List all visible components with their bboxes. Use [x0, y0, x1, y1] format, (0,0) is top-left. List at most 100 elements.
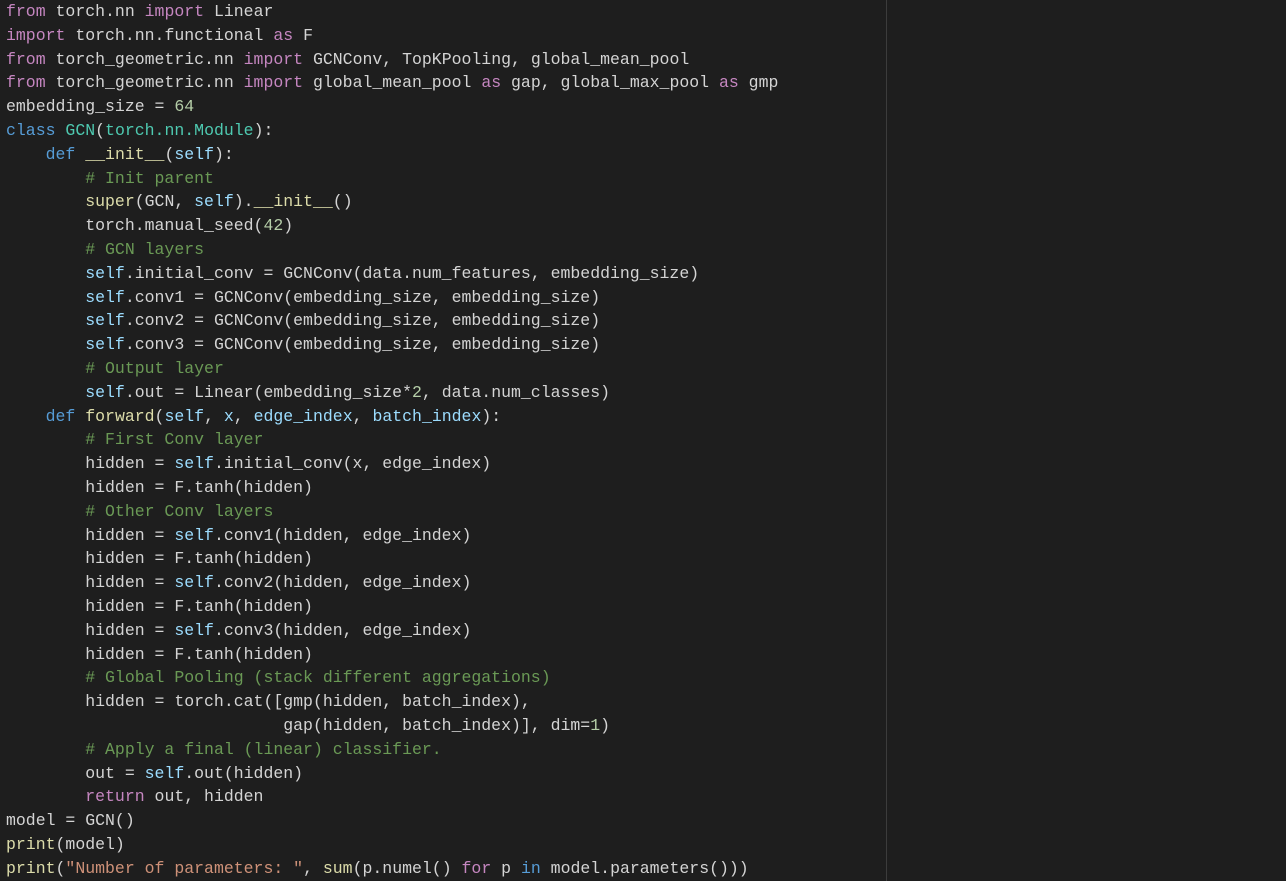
code-line[interactable]: self.conv1 = GCNConv(embedding_size, emb…: [6, 286, 778, 310]
code-token-class: torch.nn.Module: [105, 120, 254, 140]
code-token-default: p: [491, 858, 521, 878]
code-line[interactable]: hidden = F.tanh(hidden): [6, 595, 778, 619]
code-token-default: [6, 240, 85, 259]
code-line[interactable]: self.initial_conv = GCNConv(data.num_fea…: [6, 262, 778, 286]
code-line[interactable]: hidden = F.tanh(hidden): [6, 547, 778, 571]
code-token-param: self: [174, 144, 214, 164]
code-token-default: [6, 145, 46, 164]
code-line[interactable]: hidden = F.tanh(hidden): [6, 643, 778, 667]
vertical-ruler: [886, 0, 887, 881]
code-token-default: [6, 335, 85, 354]
code-token-class: GCN: [65, 120, 96, 140]
code-line[interactable]: return out, hidden: [6, 785, 778, 809]
code-token-default: [6, 383, 85, 402]
code-editor[interactable]: from torch.nn import Linear import torch.…: [0, 0, 1286, 881]
code-token-default: [6, 668, 85, 687]
code-line[interactable]: def __init__(self):: [6, 143, 778, 167]
code-line[interactable]: from torch.nn import Linear: [6, 0, 778, 24]
code-token-keyword: import: [6, 25, 66, 45]
code-token-default: Linear: [204, 2, 274, 21]
code-token-default: out, hidden: [144, 787, 264, 807]
code-token-default: [75, 407, 85, 426]
code-line[interactable]: # Apply a final (linear) classifier.: [6, 738, 778, 762]
code-token-default: .conv2(hidden, edge_index): [213, 573, 472, 593]
code-line[interactable]: # Init parent: [6, 167, 778, 191]
code-content[interactable]: from torch.nn import Linear import torch.…: [6, 0, 778, 880]
code-token-default: hidden = F.tanh(hidden): [6, 549, 313, 569]
code-line[interactable]: # First Conv layer: [6, 428, 778, 452]
code-token-default: (: [154, 406, 165, 426]
code-token-default: ):: [481, 406, 502, 426]
code-token-default: model = GCN(): [6, 811, 135, 831]
code-token-default: [6, 502, 85, 521]
code-line[interactable]: class GCN(torch.nn.Module):: [6, 119, 778, 143]
code-line[interactable]: self.conv3 = GCNConv(embedding_size, emb…: [6, 333, 778, 357]
code-token-keyword: from: [6, 49, 46, 69]
code-token-default: (): [332, 192, 353, 212]
code-line[interactable]: from torch_geometric.nn import global_me…: [6, 71, 778, 95]
code-token-default: , data.num_classes): [421, 382, 611, 402]
code-line[interactable]: # Other Conv layers: [6, 500, 778, 524]
code-line[interactable]: hidden = self.conv2(hidden, edge_index): [6, 571, 778, 595]
code-line[interactable]: import torch.nn.functional as F: [6, 24, 778, 48]
code-token-default: (model): [55, 834, 125, 854]
code-token-param: self: [85, 311, 125, 331]
code-line[interactable]: print("Number of parameters: ", sum(p.nu…: [6, 857, 778, 881]
code-token-keyword: import: [243, 49, 304, 69]
code-token-default: gap(hidden, batch_index)], dim=: [6, 715, 591, 735]
code-line[interactable]: # Output layer: [6, 357, 778, 381]
code-line[interactable]: # GCN layers: [6, 238, 778, 262]
code-line[interactable]: from torch_geometric.nn import GCNConv, …: [6, 48, 778, 72]
code-token-default: (p.numel(): [352, 858, 462, 878]
code-token-param: self: [144, 763, 185, 783]
code-line[interactable]: gap(hidden, batch_index)], dim=1): [6, 714, 778, 738]
code-token-default: GCNConv, TopKPooling, global_mean_pool: [303, 49, 690, 69]
code-token-keyword: from: [6, 73, 46, 93]
code-token-default: (: [164, 144, 175, 164]
code-token-default: ):: [253, 120, 274, 140]
code-token-default: ): [600, 715, 611, 735]
code-token-default: [6, 192, 85, 211]
code-line[interactable]: self.out = Linear(embedding_size*2, data…: [6, 381, 778, 405]
code-token-string: "Number of parameters: ": [65, 858, 304, 878]
code-line[interactable]: hidden = F.tanh(hidden): [6, 476, 778, 500]
code-token-default: torch.nn: [45, 2, 145, 21]
code-token-default: torch.nn.functional: [65, 25, 274, 45]
code-token-keyword: import: [144, 2, 205, 21]
code-token-default: global_mean_pool: [303, 73, 482, 93]
code-token-default: [6, 169, 85, 188]
code-token-default: F: [293, 25, 313, 45]
code-token-default: hidden = torch.cat([gmp(hidden, batch_in…: [6, 692, 531, 712]
code-token-param: self: [174, 454, 214, 474]
code-token-default: [6, 787, 85, 806]
code-line[interactable]: model = GCN(): [6, 809, 778, 833]
code-token-default: ,: [352, 406, 373, 426]
code-token-default: .initial_conv(x, edge_index): [213, 454, 492, 474]
code-token-func: __init__: [85, 144, 165, 164]
code-token-comment: # Global Pooling (stack different aggreg…: [85, 668, 551, 688]
code-token-comment: # Apply a final (linear) classifier.: [85, 739, 442, 759]
code-line[interactable]: # Global Pooling (stack different aggreg…: [6, 666, 778, 690]
code-line[interactable]: self.conv2 = GCNConv(embedding_size, emb…: [6, 309, 778, 333]
code-line[interactable]: embedding_size = 64: [6, 95, 778, 119]
code-line[interactable]: def forward(self, x, edge_index, batch_i…: [6, 405, 778, 429]
code-line[interactable]: hidden = self.initial_conv(x, edge_index…: [6, 452, 778, 476]
code-token-default: .conv3 = GCNConv(embedding_size, embeddi…: [124, 335, 601, 355]
code-token-number: 2: [411, 382, 422, 402]
code-token-default: .conv1 = GCNConv(embedding_size, embeddi…: [124, 287, 601, 307]
code-line[interactable]: print(model): [6, 833, 778, 857]
code-line[interactable]: torch.manual_seed(42): [6, 214, 778, 238]
code-token-default: (GCN,: [134, 192, 195, 212]
code-token-param: self: [174, 573, 214, 593]
code-line[interactable]: out = self.out(hidden): [6, 762, 778, 786]
code-token-default: ).: [233, 192, 254, 212]
code-token-default: (: [95, 120, 106, 140]
code-token-param: x: [223, 406, 234, 426]
code-token-default: embedding_size =: [6, 97, 175, 117]
code-line[interactable]: super(GCN, self).__init__(): [6, 190, 778, 214]
code-token-func: __init__: [253, 192, 333, 212]
code-line[interactable]: hidden = torch.cat([gmp(hidden, batch_in…: [6, 690, 778, 714]
code-line[interactable]: hidden = self.conv1(hidden, edge_index): [6, 524, 778, 548]
code-line[interactable]: hidden = self.conv3(hidden, edge_index): [6, 619, 778, 643]
code-token-param: self: [194, 192, 234, 212]
